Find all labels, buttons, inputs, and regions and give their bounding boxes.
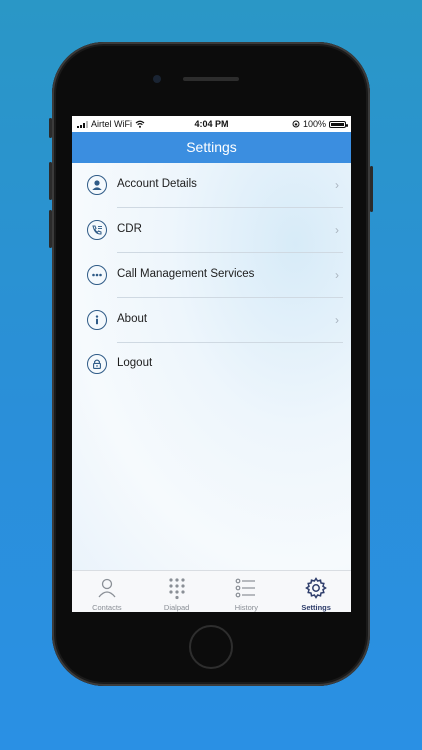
earpiece-speaker — [183, 77, 239, 81]
chevron-right-icon: › — [335, 268, 339, 282]
gear-icon — [305, 577, 328, 599]
menu-item-label: About — [117, 313, 148, 325]
screen: Airtel WiFi 4:04 PM 100% Settings Accoun… — [72, 116, 351, 612]
tab-dialpad[interactable]: Dialpad — [142, 571, 212, 612]
lock-icon — [87, 354, 107, 374]
menu-item-about[interactable]: About › — [72, 299, 351, 343]
battery-percentage: 100% — [302, 119, 326, 129]
chevron-right-icon: › — [335, 223, 339, 237]
contacts-icon — [98, 578, 116, 598]
battery-icon — [329, 120, 348, 128]
home-button[interactable] — [189, 625, 233, 669]
settings-list: Account Details › CDR › Call Management … — [72, 163, 351, 570]
tab-label: Settings — [301, 603, 331, 612]
power-button — [370, 166, 373, 212]
tab-bar: Contacts Dialpad History Settings — [72, 570, 351, 612]
orientation-lock-icon — [292, 120, 300, 128]
tab-label: Contacts — [92, 603, 122, 612]
tab-label: History — [234, 603, 259, 612]
volume-up-button — [49, 162, 52, 200]
menu-item-cdr[interactable]: CDR › — [72, 209, 351, 253]
tab-settings[interactable]: Settings — [281, 571, 351, 612]
menu-item-label: Call Management Services — [117, 268, 255, 280]
tab-contacts[interactable]: Contacts — [72, 571, 142, 612]
volume-down-button — [49, 210, 52, 248]
page-title: Settings — [186, 139, 237, 155]
chevron-right-icon: › — [335, 178, 339, 192]
menu-item-label: Logout — [117, 357, 153, 369]
mute-switch — [49, 118, 52, 138]
menu-item-call-management-services[interactable]: Call Management Services › — [72, 254, 351, 298]
chevron-right-icon: › — [335, 313, 339, 327]
status-bar: Airtel WiFi 4:04 PM 100% — [72, 116, 351, 132]
dialpad-icon — [169, 578, 185, 600]
menu-item-logout[interactable]: Logout — [72, 343, 351, 387]
divider — [117, 297, 343, 298]
menu-item-label: CDR — [117, 223, 142, 235]
front-camera — [153, 75, 161, 83]
tab-history[interactable]: History — [212, 571, 282, 612]
phone-frame: Airtel WiFi 4:04 PM 100% Settings Accoun… — [49, 42, 373, 686]
history-icon — [235, 578, 256, 598]
more-dots-icon — [87, 265, 107, 285]
tab-label: Dialpad — [163, 603, 190, 612]
divider — [117, 252, 343, 253]
nav-bar: Settings — [72, 132, 351, 163]
info-icon — [87, 310, 107, 330]
divider — [117, 207, 343, 208]
menu-item-account-details[interactable]: Account Details › — [72, 164, 351, 208]
user-icon — [87, 175, 107, 195]
call-log-icon — [87, 220, 107, 240]
menu-item-label: Account Details — [117, 178, 197, 190]
